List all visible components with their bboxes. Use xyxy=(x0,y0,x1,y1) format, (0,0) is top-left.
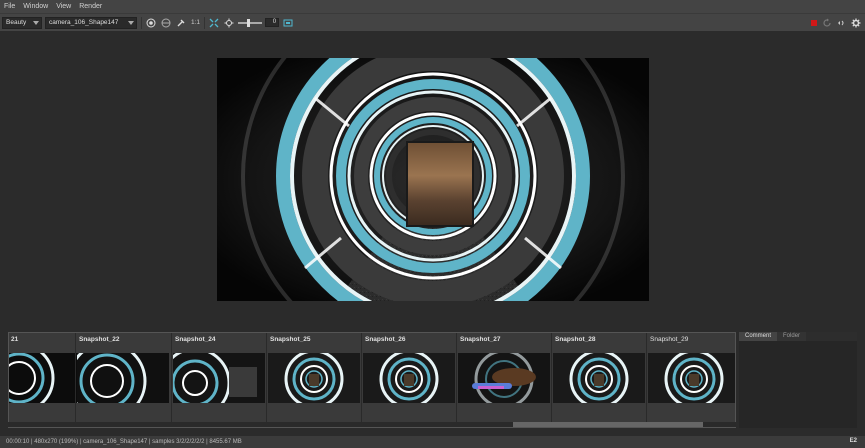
menu-bar: File Window View Render xyxy=(0,0,865,13)
tab-comment[interactable]: Comment xyxy=(739,332,778,341)
menu-window[interactable]: Window xyxy=(23,3,48,10)
aov-select-value: Beauty xyxy=(6,19,27,26)
stop-render-button[interactable] xyxy=(808,17,820,29)
snapshot-thumbnail xyxy=(173,353,265,403)
aov-select[interactable]: Beauty xyxy=(2,16,42,29)
snapshot-item[interactable]: Snapshot_24 xyxy=(173,333,267,423)
exposure-slider[interactable] xyxy=(238,18,263,27)
display-settings-button[interactable] xyxy=(282,17,294,29)
toolbar-divider xyxy=(204,16,206,29)
snapshot-item[interactable]: Snapshot_22 xyxy=(77,333,171,423)
camera-select[interactable]: camera_106_Shape147 xyxy=(45,16,137,29)
camera-select-value: camera_106_Shape147 xyxy=(49,19,119,26)
exposure-button[interactable] xyxy=(223,17,235,29)
snapshot-item[interactable]: Snapshot_27 xyxy=(458,333,552,423)
toolbar: Beauty camera_106_Shape147 1:1 0 xyxy=(0,13,865,31)
snapshot-divider xyxy=(551,333,552,423)
snapshot-label: Snapshot_25 xyxy=(270,336,311,343)
tab-folder[interactable]: Folder xyxy=(777,332,807,341)
snapshot-label: 21 xyxy=(11,336,19,343)
snapshot-divider xyxy=(456,333,457,423)
snapshot-divider xyxy=(266,333,267,423)
snapshot-divider xyxy=(646,333,647,423)
snapshot-thumbnail xyxy=(77,353,169,403)
snapshot-thumbnail xyxy=(363,353,455,403)
broadcast-button[interactable] xyxy=(835,17,847,29)
stop-icon xyxy=(811,19,817,26)
snapshot-label: Snapshot_24 xyxy=(175,336,216,343)
target-icon xyxy=(146,18,156,27)
render-image xyxy=(217,58,649,301)
snapshot-label: Snapshot_29 xyxy=(650,336,689,343)
snapshot-divider xyxy=(361,333,362,423)
snapshot-strip: 21 Snapshot_22 Snapshot_24 Snapshot_25 S… xyxy=(8,332,736,428)
tunnel-render xyxy=(217,58,649,301)
snapshot-label: Snapshot_22 xyxy=(79,336,120,343)
snapshot-item[interactable]: Snapshot_25 xyxy=(268,333,362,423)
refresh-render-button[interactable] xyxy=(821,17,833,29)
render-viewport[interactable] xyxy=(4,33,860,325)
snapshot-info-panel: Comment Folder xyxy=(739,332,857,428)
snapshot-thumbnail xyxy=(268,353,360,403)
snapshot-item[interactable]: Snapshot_26 xyxy=(363,333,457,423)
chevron-down-icon xyxy=(33,20,39,25)
menu-file[interactable]: File xyxy=(4,3,15,10)
refresh-icon xyxy=(823,18,831,27)
fit-frame-icon xyxy=(209,18,219,27)
toolbar-divider xyxy=(141,16,142,29)
fit-frame-button[interactable] xyxy=(208,17,220,29)
comment-area[interactable] xyxy=(739,341,857,428)
snapshot-label: Snapshot_28 xyxy=(555,336,596,343)
gear-icon xyxy=(851,18,861,27)
menu-view[interactable]: View xyxy=(56,3,71,10)
status-text: 00:00:10 | 480x270 (199%) | camera_106_S… xyxy=(6,439,242,445)
snapshot-thumbnail xyxy=(648,353,735,403)
snapshot-label: Snapshot_26 xyxy=(365,336,406,343)
ratio-button[interactable]: 1:1 xyxy=(191,19,200,26)
crop-region-button[interactable] xyxy=(160,17,172,29)
snapshot-scrollbar[interactable] xyxy=(8,422,736,427)
side-panel-tabs: Comment Folder xyxy=(739,332,857,341)
snapshot-divider xyxy=(171,333,172,423)
broadcast-icon xyxy=(838,20,844,25)
snapshot-item[interactable]: Snapshot_29 xyxy=(648,333,735,423)
sun-icon xyxy=(224,18,234,27)
exposure-slider-knob[interactable] xyxy=(247,18,251,27)
snapshot-thumbnail xyxy=(553,353,645,403)
exposure-field[interactable]: 0 xyxy=(265,18,280,27)
crop-circle-icon xyxy=(161,18,171,27)
display-icon xyxy=(283,19,293,26)
pick-tool-button[interactable] xyxy=(175,17,187,29)
snapshot-label: Snapshot_27 xyxy=(460,336,501,343)
snapshot-item[interactable]: Snapshot_28 xyxy=(553,333,647,423)
status-bar: 00:00:10 | 480x270 (199%) | camera_106_S… xyxy=(0,436,865,448)
chevron-down-icon xyxy=(128,20,134,25)
snapshot-thumbnail xyxy=(458,353,550,403)
region-render-button[interactable] xyxy=(145,17,157,29)
menu-render[interactable]: Render xyxy=(79,3,102,10)
pipette-icon xyxy=(177,19,185,26)
settings-button[interactable] xyxy=(850,17,862,29)
snapshot-divider xyxy=(75,333,76,423)
status-indicator: E2 xyxy=(849,438,857,444)
snapshot-scrollbar-thumb[interactable] xyxy=(513,422,703,427)
